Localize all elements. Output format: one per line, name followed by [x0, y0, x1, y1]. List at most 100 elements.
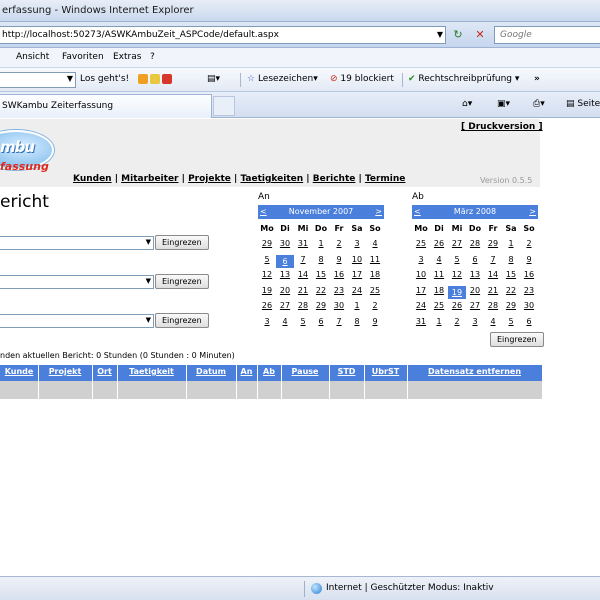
menu-item-help[interactable]: ? [150, 52, 155, 62]
calendar-day[interactable]: 1 [430, 317, 448, 326]
calendar-day[interactable]: 17 [412, 286, 430, 295]
grid-column-header[interactable]: Projekt [38, 367, 92, 376]
calendar-day[interactable]: 13 [276, 270, 294, 279]
calendar-day-selected[interactable]: 6 [276, 254, 294, 268]
grid-column-header[interactable]: Kunde [0, 367, 38, 376]
stop-icon[interactable]: ✕ [472, 27, 488, 43]
grid-column-header[interactable]: Datum [186, 367, 236, 376]
calendar-day[interactable]: 18 [430, 286, 448, 295]
calendar-day[interactable]: 20 [276, 286, 294, 295]
toolbar-more-button[interactable]: » [534, 74, 540, 84]
calendar-day[interactable]: 4 [484, 317, 502, 326]
refresh-icon[interactable]: ↻ [450, 27, 466, 43]
calendar-day[interactable]: 4 [366, 239, 384, 248]
nav-termine[interactable]: Termine [365, 174, 405, 184]
feeds-icon[interactable]: ▣▾ [497, 99, 510, 109]
calendar-day[interactable]: 3 [348, 239, 366, 248]
tab-zeiterfassung[interactable]: SWKambu Zeiterfassung [0, 94, 212, 118]
calendar-day[interactable]: 11 [366, 255, 384, 264]
calendar-day[interactable]: 10 [348, 255, 366, 264]
grid-column-header[interactable]: An [236, 367, 257, 376]
calendar-day[interactable]: 17 [348, 270, 366, 279]
calendar-day[interactable]: 27 [448, 239, 466, 248]
menu-item-extras[interactable]: Extras [113, 52, 141, 62]
calendar-day[interactable]: 1 [348, 301, 366, 310]
calendar-day[interactable]: 21 [294, 286, 312, 295]
toolbar-addon-icons[interactable] [138, 74, 174, 86]
calendar-day[interactable]: 21 [484, 286, 502, 295]
calendar-day[interactable]: 8 [348, 317, 366, 326]
search-go-button[interactable]: Los geht's! [80, 74, 129, 84]
spellcheck-button[interactable]: ✔ Rechtschreibprüfung ▾ [408, 74, 519, 84]
filter-button-2[interactable]: Eingrezen [155, 274, 209, 289]
calendar-day[interactable]: 19 [258, 286, 276, 295]
calendar-day[interactable]: 8 [502, 255, 520, 264]
calendar-day[interactable]: 27 [466, 301, 484, 310]
calendar-next-link[interactable]: > [375, 207, 382, 216]
calendar-day[interactable]: 22 [312, 286, 330, 295]
calendar-day[interactable]: 14 [484, 270, 502, 279]
calendar-day[interactable]: 3 [466, 317, 484, 326]
calendar-day[interactable]: 12 [448, 270, 466, 279]
calendar-day[interactable]: 18 [366, 270, 384, 279]
menu-item-ansicht[interactable]: Ansicht [16, 52, 49, 62]
calendar-day[interactable]: 28 [294, 301, 312, 310]
calendar-day[interactable]: 1 [312, 239, 330, 248]
grid-column-header[interactable]: STD [329, 367, 364, 376]
calendar-day[interactable]: 3 [412, 255, 430, 264]
calendar-day[interactable]: 9 [520, 255, 538, 264]
calendar-day[interactable]: 28 [466, 239, 484, 248]
calendar-day[interactable]: 30 [520, 301, 538, 310]
search-input[interactable]: Google [494, 26, 600, 44]
tools-icon[interactable]: ▤▾ [207, 74, 220, 84]
calendar-day[interactable]: 27 [276, 301, 294, 310]
calendar-day[interactable]: 2 [366, 301, 384, 310]
calendar-day[interactable]: 3 [258, 317, 276, 326]
chevron-down-icon[interactable]: ▼ [437, 30, 443, 39]
calendar-day[interactable]: 29 [258, 239, 276, 248]
grid-column-header[interactable]: UbrST [364, 367, 407, 376]
grid-column-header[interactable]: Pause [281, 367, 329, 376]
calendar-day[interactable]: 4 [276, 317, 294, 326]
calendar-day[interactable]: 7 [484, 255, 502, 264]
calendar-day[interactable]: 22 [502, 286, 520, 295]
calendar-day[interactable]: 24 [348, 286, 366, 295]
calendar-prev-link[interactable]: < [414, 207, 421, 216]
calendar-day[interactable]: 2 [520, 239, 538, 248]
calendar-day[interactable]: 5 [502, 317, 520, 326]
calendar-day[interactable]: 30 [276, 239, 294, 248]
calendar-day[interactable]: 29 [502, 301, 520, 310]
calendar-day[interactable]: 16 [520, 270, 538, 279]
page-menu-button[interactable]: ▤ Seite [566, 99, 600, 109]
calendar-day[interactable]: 11 [430, 270, 448, 279]
nav-projekte[interactable]: Projekte [188, 174, 231, 184]
nav-kunden[interactable]: Kunden [73, 174, 112, 184]
calendar-day[interactable]: 6 [312, 317, 330, 326]
print-icon[interactable]: ⎙▾ [533, 99, 545, 109]
calendar-prev-link[interactable]: < [260, 207, 267, 216]
address-field[interactable]: http://localhost:50273/ASWKAmbuZeit_ASPC… [0, 26, 446, 44]
calendar-day[interactable]: 16 [330, 270, 348, 279]
calendar-day[interactable]: 5 [448, 255, 466, 264]
menu-item-favoriten[interactable]: Favoriten [62, 52, 104, 62]
calendar-day[interactable]: 9 [366, 317, 384, 326]
nav-taetigkeiten[interactable]: Taetigkeiten [240, 174, 303, 184]
calendar-day[interactable]: 13 [466, 270, 484, 279]
calendar-day[interactable]: 14 [294, 270, 312, 279]
grid-column-header[interactable]: Taetigkeit [117, 367, 186, 376]
calendar-day[interactable]: 28 [484, 301, 502, 310]
calendar-day[interactable]: 12 [258, 270, 276, 279]
calendar-day[interactable]: 1 [502, 239, 520, 248]
calendar-day[interactable]: 26 [258, 301, 276, 310]
calendar-day[interactable]: 5 [258, 255, 276, 264]
filter-select-1[interactable]: ▼ [0, 236, 154, 250]
calendar-day[interactable]: 23 [330, 286, 348, 295]
filter-button-1[interactable]: Eingrezen [155, 235, 209, 250]
calendar-day[interactable]: 6 [466, 255, 484, 264]
new-tab-button[interactable] [213, 96, 235, 116]
nav-mitarbeiter[interactable]: Mitarbeiter [121, 174, 178, 184]
toolbar-search-combo[interactable]: ▼ [0, 72, 76, 88]
calendar-day-selected[interactable]: 19 [448, 285, 466, 299]
calendar-filter-button[interactable]: Eingrezen [490, 332, 544, 347]
calendar-day[interactable]: 29 [312, 301, 330, 310]
